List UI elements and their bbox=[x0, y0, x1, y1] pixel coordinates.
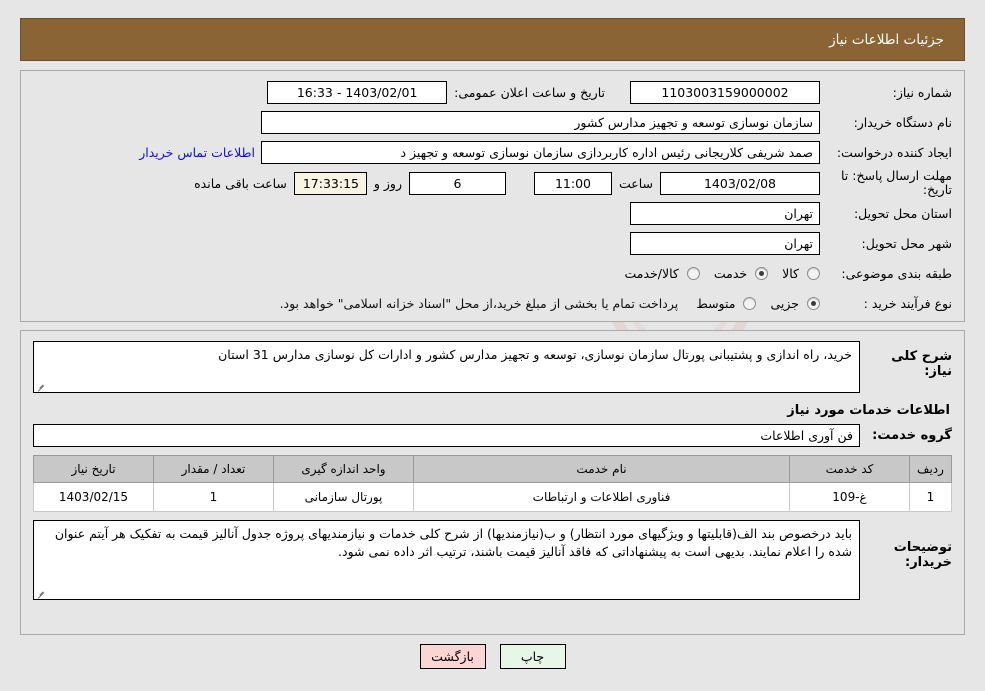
process-label-medium: متوسط bbox=[696, 296, 736, 311]
deadline-label: مهلت ارسال پاسخ: تا تاریخ: bbox=[841, 168, 952, 197]
resize-grip-icon[interactable] bbox=[36, 381, 46, 391]
category-label-goods: کالا bbox=[782, 266, 799, 281]
process-radio-group: جزیی متوسط bbox=[686, 296, 820, 311]
service-group-row: گروه خدمت: فن آوری اطلاعات bbox=[33, 424, 952, 447]
service-detail-panel: شرح کلی نیاز: خرید، راه اندازی و پشتیبان… bbox=[20, 330, 965, 635]
city-value: تهران bbox=[630, 232, 820, 255]
province-value: تهران bbox=[630, 202, 820, 225]
back-button[interactable]: بازگشت bbox=[419, 644, 486, 669]
cell-unit: پورتال سازمانی bbox=[273, 482, 414, 512]
service-group-label: گروه خدمت: bbox=[872, 428, 952, 443]
buyer-notes-value[interactable]: باید درخصوص بند الف(قابلیتها و ویژگیهای … bbox=[33, 520, 860, 600]
print-button[interactable]: چاپ bbox=[499, 644, 566, 669]
page-title-bar: جزئیات اطلاعات نیاز bbox=[20, 18, 965, 61]
announce-datetime-value: 1403/02/01 - 16:33 bbox=[267, 81, 448, 104]
countdown-timer: 17:33:15 bbox=[293, 171, 367, 195]
process-row: نوع فرآیند خرید : جزیی متوسط پرداخت تمام… bbox=[33, 290, 952, 317]
col-need-date: تاریخ نیاز bbox=[33, 455, 154, 483]
col-row-no: ردیف bbox=[909, 455, 952, 483]
col-service-code: کد خدمت bbox=[789, 455, 910, 483]
resize-grip-icon[interactable] bbox=[36, 588, 46, 598]
footer-button-bar: چاپ بازگشت bbox=[0, 644, 985, 669]
province-row: استان محل تحویل: تهران bbox=[33, 200, 952, 227]
category-label-goods-service: کالا/خدمت bbox=[624, 266, 679, 281]
buyer-org-label: نام دستگاه خریدار: bbox=[853, 115, 952, 130]
page-title: جزئیات اطلاعات نیاز bbox=[829, 31, 944, 48]
city-label: شهر محل تحویل: bbox=[861, 236, 952, 251]
service-group-value: فن آوری اطلاعات bbox=[33, 424, 860, 447]
category-radio-goods-service[interactable] bbox=[686, 267, 700, 280]
services-table: ردیف کد خدمت نام خدمت واحد اندازه گیری ت… bbox=[33, 455, 952, 512]
deadline-row: مهلت ارسال پاسخ: تا تاریخ: 1403/02/08 سا… bbox=[33, 169, 952, 197]
table-row: 1 غ-109 فناوری اطلاعات و ارتباطات پورتال… bbox=[33, 482, 952, 512]
deadline-date-value: 1403/02/08 bbox=[660, 171, 820, 195]
col-quantity: تعداد / مقدار bbox=[153, 455, 274, 483]
general-desc-label: شرح کلی نیاز: bbox=[891, 349, 952, 379]
countdown-label: ساعت باقی مانده bbox=[194, 175, 287, 191]
need-number-value: 1103003159000002 bbox=[630, 81, 820, 104]
col-unit: واحد اندازه گیری bbox=[273, 455, 414, 483]
requester-row: ایجاد کننده درخواست: صمد شریفی کلاریجانی… bbox=[33, 139, 952, 166]
deadline-time-value: 11:00 bbox=[533, 171, 612, 195]
category-label: طبقه بندی موضوعی: bbox=[841, 266, 952, 281]
days-remaining-label: روز و bbox=[373, 175, 402, 191]
requester-value: صمد شریفی کلاریجانی رئیس اداره کاربردازی… bbox=[261, 141, 820, 164]
need-info-panel: شماره نیاز: 1103003159000002 تاریخ و ساع… bbox=[20, 70, 965, 322]
general-desc-row: شرح کلی نیاز: خرید، راه اندازی و پشتیبان… bbox=[33, 341, 952, 393]
col-service-name: نام خدمت bbox=[413, 455, 790, 483]
need-number-row: شماره نیاز: 1103003159000002 تاریخ و ساع… bbox=[33, 79, 952, 106]
cell-need-date: 1403/02/15 bbox=[33, 482, 154, 512]
buyer-org-row: نام دستگاه خریدار: سازمان نوسازی توسعه و… bbox=[33, 109, 952, 136]
cell-service-name: فناوری اطلاعات و ارتباطات bbox=[413, 482, 790, 512]
days-remaining-value: 6 bbox=[408, 171, 506, 195]
table-header-row: ردیف کد خدمت نام خدمت واحد اندازه گیری ت… bbox=[33, 455, 952, 483]
requester-label: ایجاد کننده درخواست: bbox=[836, 145, 952, 160]
city-row: شهر محل تحویل: تهران bbox=[33, 230, 952, 257]
general-desc-value[interactable]: خرید، راه اندازی و پشتیبانی پورتال سازما… bbox=[33, 341, 860, 393]
buyer-notes-label: توضیحات خریدار: bbox=[893, 540, 952, 570]
buyer-notes-row: توضیحات خریدار: باید درخصوص بند الف(قابل… bbox=[33, 520, 952, 600]
category-radio-service[interactable] bbox=[755, 267, 769, 280]
category-radio-goods[interactable] bbox=[807, 267, 820, 280]
page-root: AriaTender.net جزئیات اطلاعات نیاز شماره… bbox=[0, 0, 985, 691]
category-label-service: خدمت bbox=[713, 266, 748, 281]
process-label-minor: جزیی bbox=[770, 296, 799, 311]
buyer-contact-link[interactable]: اطلاعات تماس خریدار bbox=[139, 145, 261, 160]
category-radio-group: کالا خدمت کالا/خدمت bbox=[614, 266, 820, 281]
buyer-notes-text: باید درخصوص بند الف(قابلیتها و ویژگیهای … bbox=[54, 526, 852, 559]
general-desc-text: خرید، راه اندازی و پشتیبانی پورتال سازما… bbox=[218, 347, 852, 362]
process-radio-medium[interactable] bbox=[743, 297, 757, 310]
cell-quantity: 1 bbox=[153, 482, 274, 512]
cell-service-code: غ-109 bbox=[789, 482, 910, 512]
need-number-label: شماره نیاز: bbox=[892, 85, 952, 100]
buyer-org-value: سازمان نوسازی توسعه و تجهیز مدارس کشور bbox=[261, 111, 820, 134]
category-row: طبقه بندی موضوعی: کالا خدمت کالا/خدمت bbox=[33, 260, 952, 287]
process-radio-minor[interactable] bbox=[807, 297, 820, 310]
deadline-time-label: ساعت bbox=[618, 175, 653, 191]
province-label: استان محل تحویل: bbox=[853, 206, 952, 221]
payment-note: پرداخت تمام یا بخشی از مبلغ خرید،از محل … bbox=[279, 296, 679, 311]
cell-row-no: 1 bbox=[909, 482, 952, 512]
process-label: نوع فرآیند خرید : bbox=[863, 296, 952, 311]
announce-datetime-label: تاریخ و ساعت اعلان عمومی: bbox=[454, 85, 605, 100]
services-section-heading: اطلاعات خدمات مورد نیاز bbox=[787, 403, 950, 418]
